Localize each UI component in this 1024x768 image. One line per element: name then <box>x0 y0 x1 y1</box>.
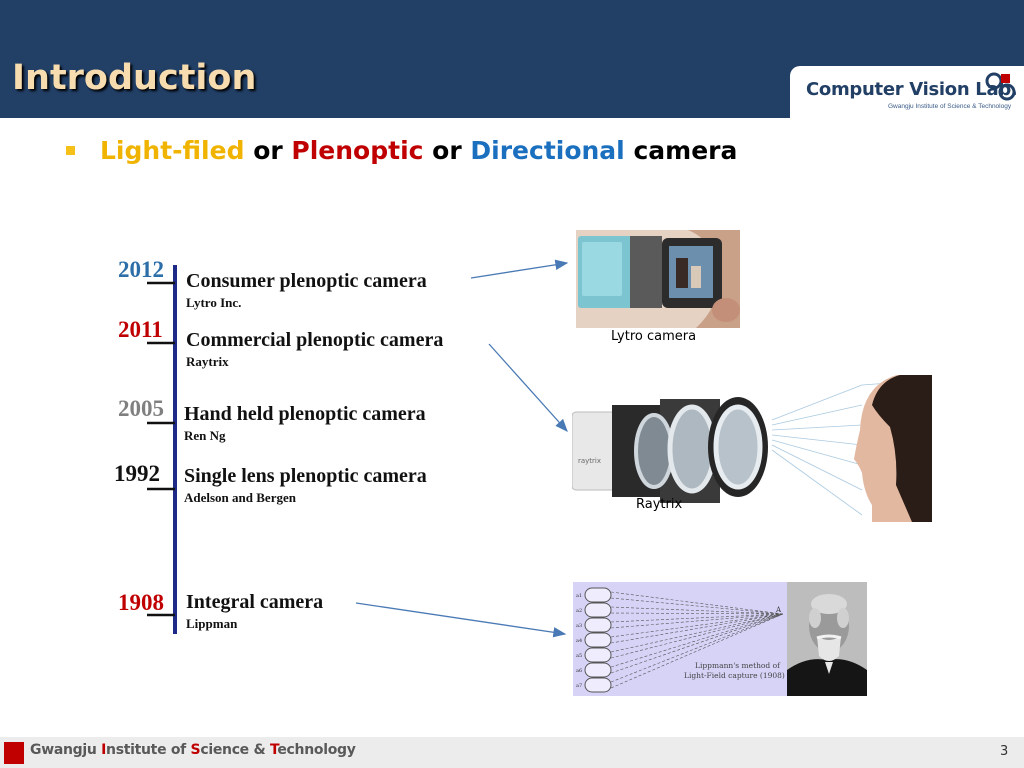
lippmann-row-label: a5 <box>576 653 582 659</box>
institute-name: Gwangju Institute of Science & Technolog… <box>30 742 356 758</box>
lytro-camera-image <box>576 230 740 328</box>
lippmann-point-label: A <box>775 606 782 614</box>
institute-name-part: nstitute of <box>106 742 191 758</box>
institute-logo-icon <box>4 742 24 764</box>
lippmann-row-label: a2 <box>576 608 582 614</box>
institute-name-part: cience & <box>200 742 270 758</box>
institute-name-part: Gwangju <box>30 742 102 758</box>
event-subtitle-1992: Adelson and Bergen <box>184 490 296 505</box>
lippmann-portrait-image <box>787 582 867 696</box>
institute-name-part: echnology <box>277 742 356 758</box>
arrow-to-raytrix <box>488 343 568 432</box>
event-title-2012: Consumer plenoptic camera <box>186 270 427 292</box>
event-subtitle-2005: Ren Ng <box>184 428 226 443</box>
year-2012: 2012 <box>118 257 164 282</box>
lytro-caption: Lytro camera <box>611 329 697 344</box>
institute-name-initial-s: S <box>190 742 201 758</box>
year-2011: 2011 <box>118 317 163 342</box>
event-title-2011: Commercial plenoptic camera <box>186 329 444 351</box>
lippmann-caption-line2: Light-Field capture (1908) <box>684 671 785 680</box>
lippmann-row-label: a6 <box>576 668 582 674</box>
arrow-to-lytro <box>470 259 569 279</box>
lippmann-row-label: a3 <box>576 623 582 629</box>
year-1908: 1908 <box>118 590 164 615</box>
event-title-1992: Single lens plenoptic camera <box>184 465 427 487</box>
lippmann-row-label: a1 <box>576 593 582 599</box>
year-2005: 2005 <box>118 396 164 421</box>
lippmann-diagram-image: a1 a2 a3 a4 a5 a6 a7 A Lippmann's method… <box>573 582 787 696</box>
event-subtitle-2011: Raytrix <box>186 354 229 369</box>
event-title-1908: Integral camera <box>186 591 324 613</box>
lippmann-caption-line1: Lippmann's method of <box>695 661 781 670</box>
raytrix-caption: Raytrix <box>636 497 683 512</box>
arrow-to-lippmann <box>355 602 567 638</box>
page-number: 3 <box>1000 744 1009 759</box>
event-subtitle-1908: Lippman <box>186 616 238 631</box>
raytrix-brand-label: raytrix <box>578 457 601 465</box>
event-title-2005: Hand held plenoptic camera <box>184 403 426 425</box>
year-1992: 1992 <box>114 461 160 486</box>
lippmann-row-label: a4 <box>576 638 582 644</box>
raytrix-camera-image: raytrix <box>572 375 932 522</box>
lippmann-row-label: a7 <box>576 683 582 689</box>
event-subtitle-2012: Lytro Inc. <box>186 295 242 310</box>
